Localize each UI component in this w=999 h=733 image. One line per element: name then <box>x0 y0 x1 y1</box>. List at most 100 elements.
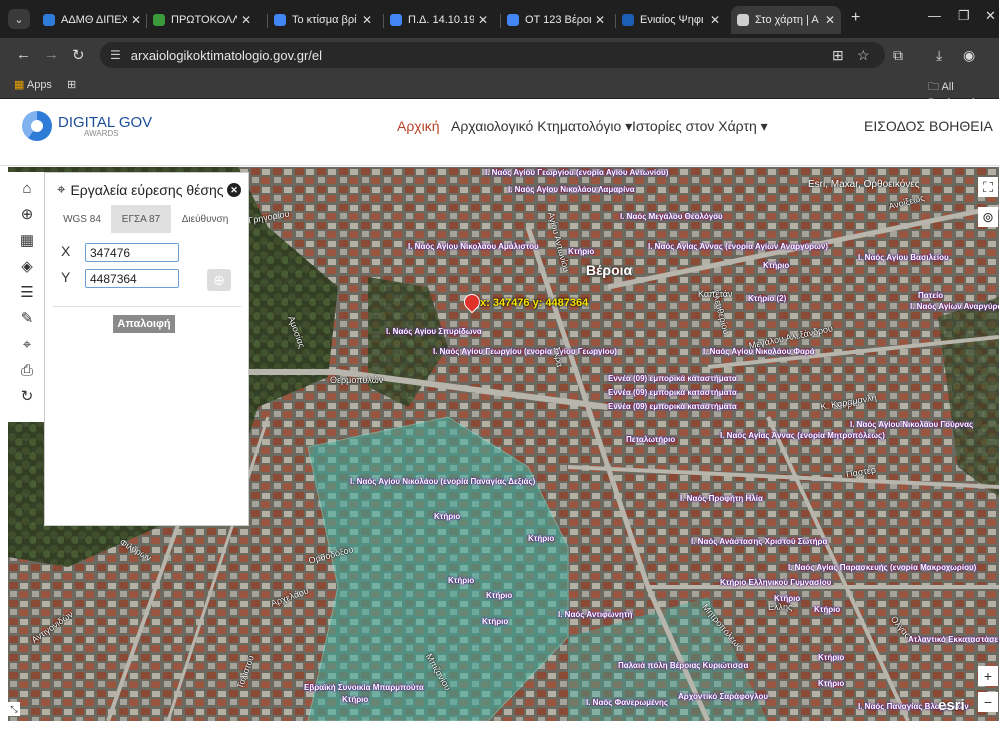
measure-ruler-icon[interactable]: ✎ <box>17 308 37 328</box>
tab-address[interactable]: Διεύθυνση <box>175 205 235 233</box>
forward-button[interactable]: → <box>44 46 59 63</box>
browser-tab[interactable]: Ενιαίος Ψηφι ✕ <box>616 6 726 34</box>
y-coordinate-input[interactable] <box>85 269 179 288</box>
building-label[interactable]: Κτήριο <box>434 512 460 521</box>
poi-label[interactable]: Ι. Ναός Αγίου Σπυρίδωνα <box>386 327 482 336</box>
poi-label[interactable]: Ι. Ναός Αγίου Γεωργίου (ενορία Αγίου Αντ… <box>485 168 668 177</box>
tab-search-button[interactable]: ⌄ <box>8 9 30 29</box>
x-coordinate-input[interactable] <box>85 243 179 262</box>
building-label[interactable]: Κτήριο <box>482 617 508 626</box>
login-link[interactable]: ΕΙΣΟΔΟΣ <box>864 118 925 134</box>
back-button[interactable]: ← <box>16 46 31 63</box>
building-label[interactable]: Κτήριο <box>763 261 789 270</box>
browser-tab[interactable]: Το κτίσμα βρί ✕ <box>268 6 378 34</box>
find-location-icon[interactable]: ⌖ <box>17 334 37 354</box>
tab-close-icon[interactable]: ✕ <box>131 13 141 27</box>
tab-separator <box>383 14 384 28</box>
tab-close-icon[interactable]: ✕ <box>595 13 605 27</box>
minimize-button[interactable]: — <box>928 8 941 23</box>
layers-icon[interactable]: ◈ <box>17 256 37 276</box>
clear-button[interactable]: Απαλοιφή <box>113 315 175 333</box>
poi-label[interactable]: Παλαιά πόλη Βέροιας Κυριώτισσα <box>618 661 748 670</box>
poi-label[interactable]: Ι. Ναός Αγίου Νικολάου Γούρνας <box>850 420 973 429</box>
building-label[interactable]: Κτήριο <box>342 695 368 704</box>
tab-egsa87[interactable]: ΕΓΣΑ 87 <box>111 205 171 233</box>
poi-label[interactable]: Ατλαντικό Εκκαταστάσεις <box>908 635 999 644</box>
locate-target-icon[interactable]: ⊕ <box>207 269 231 291</box>
profile-avatar[interactable]: ◉ <box>963 47 975 64</box>
poi-label[interactable]: Ι. Ναός Μεγάλου Θεολόγου <box>620 212 723 221</box>
site-info-icon[interactable]: ☰ <box>110 48 121 62</box>
help-link[interactable]: ΒΟΗΘΕΙΑ <box>929 118 993 134</box>
building-label[interactable]: Κτήριο (2) <box>748 294 786 303</box>
browser-tab[interactable]: ΑΔΜΘ ΔΙΠΕΧ ✕ <box>37 6 147 34</box>
nav-archaeological-cadastre[interactable]: Αρχαιολογικό Κτηματολόγιο ▾ <box>451 118 632 135</box>
grid-icon[interactable]: ▦ <box>17 230 37 250</box>
poi-label[interactable]: Ι. Ναός Αγίου Βασιλείου <box>858 253 949 262</box>
tab-close-icon[interactable]: ✕ <box>241 13 251 27</box>
restore-button[interactable]: ❐ <box>958 8 970 24</box>
print-icon[interactable]: ⎙ <box>17 360 37 380</box>
translate-icon[interactable]: ⊞ <box>832 47 844 64</box>
tab-close-icon[interactable]: ✕ <box>710 13 720 27</box>
extensions-icon[interactable]: ⧉ <box>893 47 903 64</box>
poi-label[interactable]: Ι. Ναός Ανάστασης Χριστού Σωτήρα <box>691 537 827 546</box>
fullscreen-icon[interactable]: ⛶ <box>978 177 998 197</box>
poi-label[interactable]: Ι. Ναός Αγίας Άννας (ενορία Αγίων Αναργύ… <box>648 242 828 251</box>
refresh-icon[interactable]: ↻ <box>17 386 37 406</box>
browser-tab[interactable]: Στο χάρτη | Α ✕ <box>731 6 841 34</box>
poi-label[interactable]: Ι. Ναός Αγίας Άννας (ενορία Μητροπόλεως) <box>720 431 885 440</box>
tab-close-icon[interactable]: ✕ <box>362 13 372 27</box>
browser-tab[interactable]: ΠΡΩΤΟΚΟΛΛ ✕ <box>147 6 257 34</box>
close-window-button[interactable]: ✕ <box>985 8 996 24</box>
building-label[interactable]: Κτήριο <box>448 576 474 585</box>
poi-label[interactable]: Ι. Ναός Προφήτη Ηλία <box>680 494 763 503</box>
tab-close-icon[interactable]: ✕ <box>478 13 488 27</box>
building-label[interactable]: Κτήριο <box>818 653 844 662</box>
poi-label[interactable]: Ι. Ναός Αγίου Νικολάου Λαμαρίνα <box>508 185 635 194</box>
address-bar[interactable]: ☰ arxaiologikoktimatologio.gov.gr/el <box>100 42 885 68</box>
download-icon[interactable]: ⤓ <box>936 47 942 64</box>
tab-separator <box>500 14 501 28</box>
close-panel-icon[interactable]: ✕ <box>227 183 241 197</box>
zoom-in-button[interactable]: + <box>978 666 998 686</box>
poi-label[interactable]: Πεταλωτήριο <box>626 435 675 444</box>
zoom-out-button[interactable]: − <box>978 692 998 712</box>
building-label[interactable]: Κτήριο <box>818 679 844 688</box>
poi-label[interactable]: Ι. Ναός Αγίου Γεωργίου (ενορία Αγίου Γεω… <box>433 347 617 356</box>
new-tab-button[interactable]: + <box>851 9 860 27</box>
tab-close-icon[interactable]: ✕ <box>825 13 835 27</box>
building-label[interactable]: Κτήριο <box>568 247 594 256</box>
building-label[interactable]: Κτήριο <box>814 605 840 614</box>
apps-bookmark[interactable]: ▦ Apps <box>14 78 52 91</box>
poi-label[interactable]: Ι. Ναός Αγίου Νικολάου (ενορία Παναγίας … <box>350 477 535 486</box>
poi-label[interactable]: Ι. Ναός Αγίων Αναργύρων <box>910 302 999 311</box>
locate-me-icon[interactable]: ⊚ <box>978 207 998 227</box>
poi-label[interactable]: Ι. Ναός Αντιφωνητή <box>558 610 632 619</box>
poi-label[interactable]: Ι. Ναός Αγίου Νικολάου Αμάλιστου <box>408 242 539 251</box>
poi-label[interactable]: Ι. Ναός Αγίας Παρασκευής (ενορία Μακροχω… <box>788 563 976 572</box>
poi-label[interactable]: Εννέα (09) εμπορικά καταστήματα <box>608 402 737 411</box>
tab-wgs84[interactable]: WGS 84 <box>55 205 109 233</box>
bookmark-star-icon[interactable]: ☆ <box>857 47 870 64</box>
digital-gov-logo[interactable]: DIGITAL GOV AWARDS <box>22 111 152 141</box>
building-label[interactable]: Κτήριο <box>486 591 512 600</box>
list-icon[interactable]: ☰ <box>17 282 37 302</box>
nav-map-stories[interactable]: Ιστορίες στον Χάρτη ▾ <box>632 118 768 135</box>
nav-home[interactable]: Αρχική <box>397 118 440 134</box>
poi-label[interactable]: Αρχοντικό Σαράφογλου <box>678 692 768 701</box>
reload-button[interactable]: ↻ <box>72 46 85 64</box>
home-extent-icon[interactable]: ⌂ <box>17 178 37 198</box>
browser-tab[interactable]: ΟΤ 123 Βέροι ✕ <box>501 6 611 34</box>
poi-label[interactable]: Εβραϊκή Συνοικία Μπαρμπούτα <box>304 683 424 692</box>
browser-tab[interactable]: Π.Δ. 14.10.19 ✕ <box>384 6 494 34</box>
tab-groups-icon[interactable]: ⊞ <box>67 78 76 91</box>
overview-toggle-icon[interactable]: ⤡ <box>8 702 20 716</box>
building-label[interactable]: Κτήριο <box>528 534 554 543</box>
poi-label[interactable]: Κτήριο Ελληνικού Γυμνασίου <box>720 578 831 587</box>
crosshair-icon[interactable]: ⊕ <box>17 204 37 224</box>
poi-label[interactable]: Εννέα (09) εμπορικά καταστήματα <box>608 388 737 397</box>
poi-label[interactable]: Ι. Ναός Φανερωμένης <box>586 698 668 707</box>
poi-label[interactable]: Εννέα (09) εμπορικά καταστήματα <box>608 374 737 383</box>
poi-label[interactable]: Πατείο <box>918 291 943 300</box>
